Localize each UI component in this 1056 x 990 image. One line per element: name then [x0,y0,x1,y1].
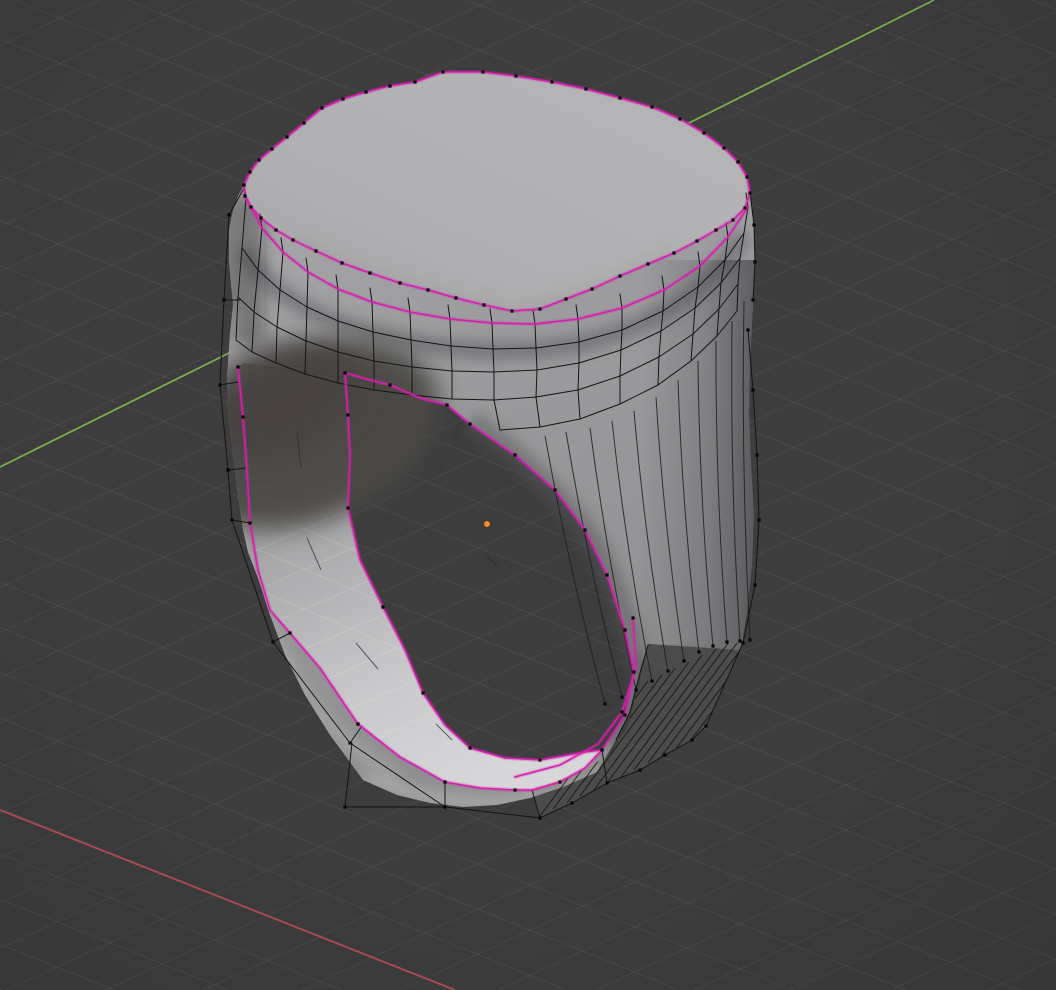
viewport-vignette [0,0,1056,990]
blender-viewport-screenshot: { "app": { "name": "blender-3d-viewport"… [0,0,1056,990]
